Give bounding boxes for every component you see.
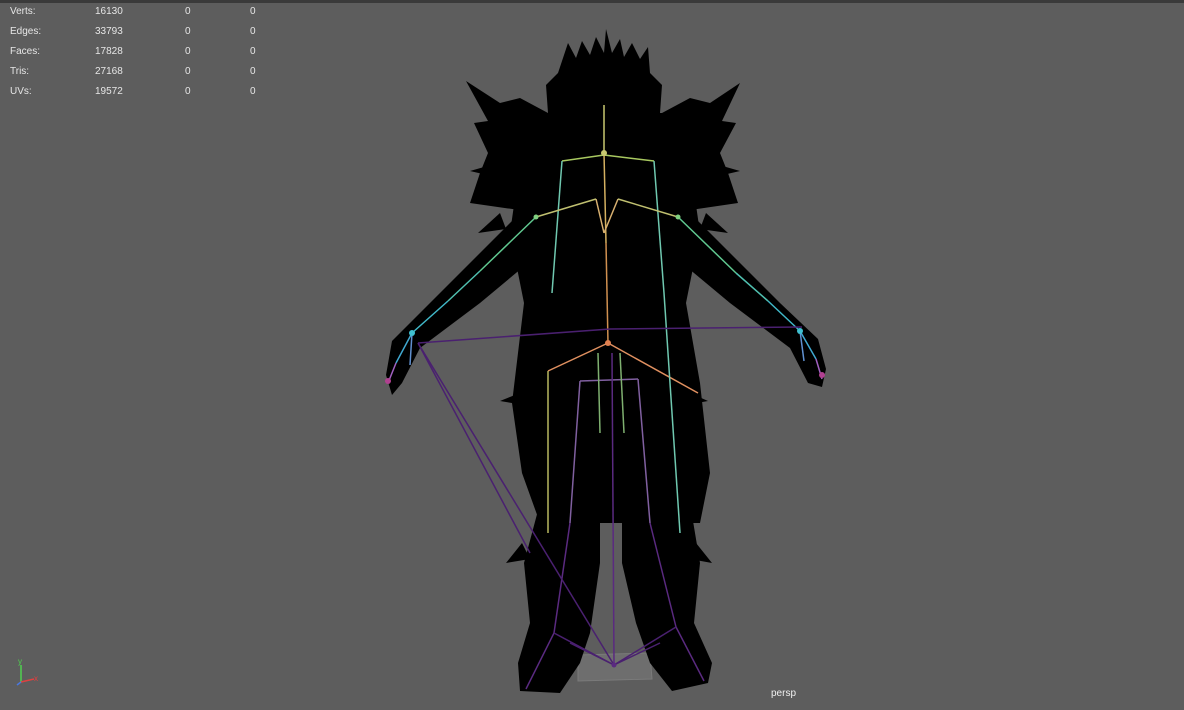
character-model-icon[interactable]: [386, 29, 826, 693]
axis-y-label: y: [18, 657, 22, 666]
perspective-viewport[interactable]: Verts: 16130 0 0 Edges: 33793 0 0 Faces:…: [0, 0, 1184, 707]
camera-name-label: persp: [771, 688, 797, 699]
axis-x-label: x: [34, 674, 38, 683]
scene-canvas[interactable]: [0, 3, 1184, 710]
view-axis-icon: y x: [16, 657, 38, 686]
